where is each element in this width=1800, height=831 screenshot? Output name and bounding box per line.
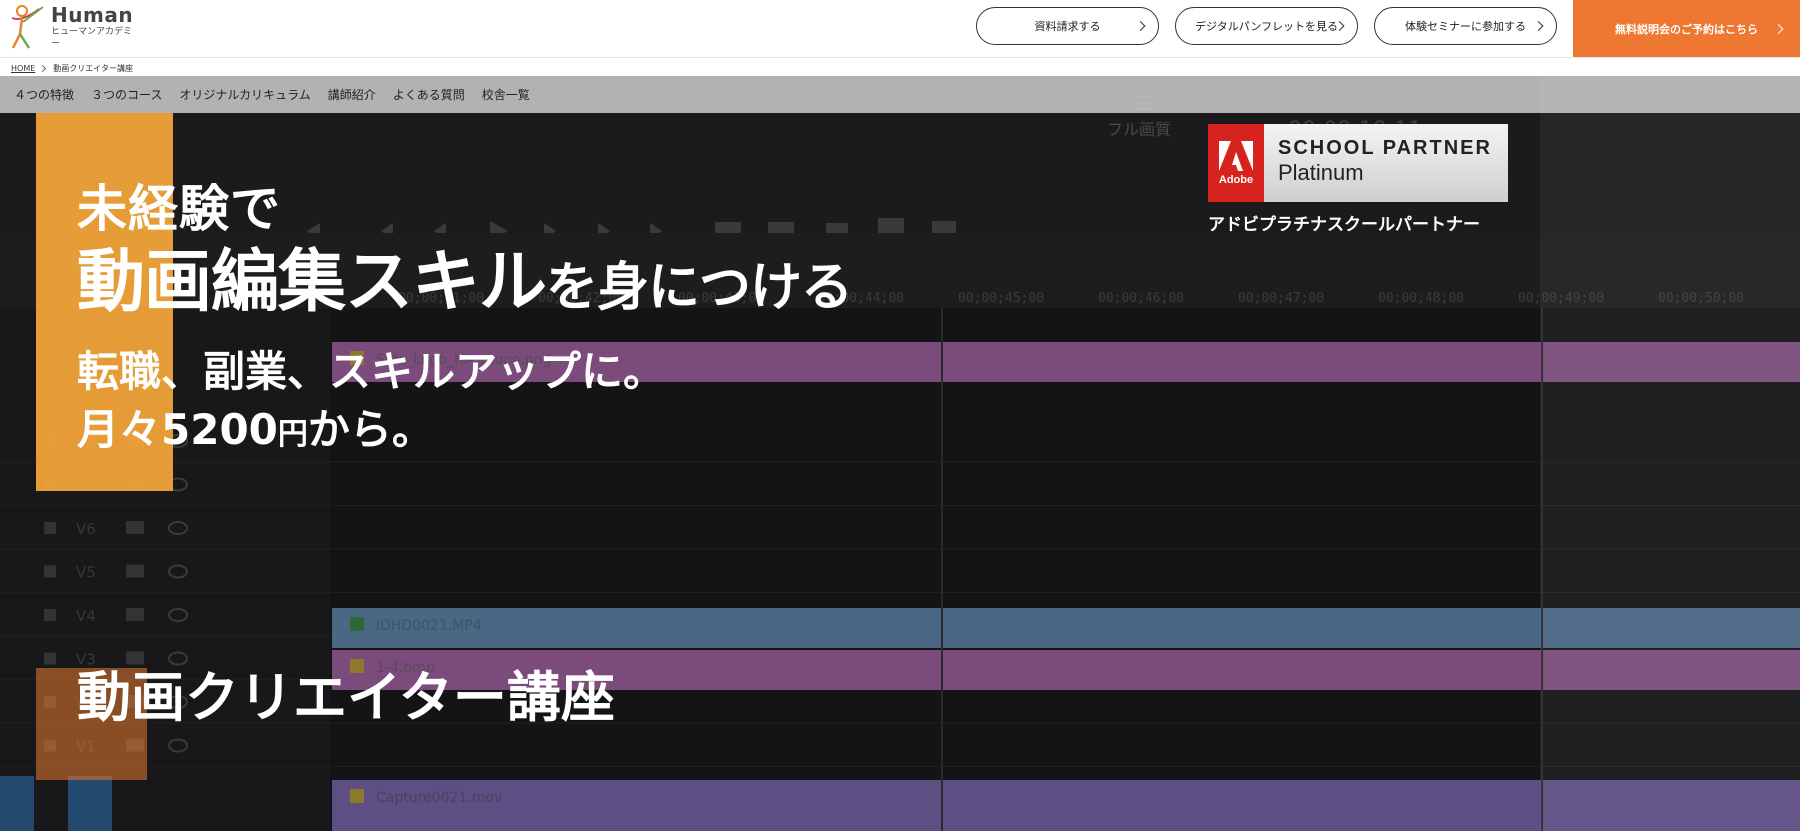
chevron-right-icon <box>1533 21 1544 31</box>
adobe-logo-text: Adobe <box>1218 173 1254 186</box>
clip-label: Capture0021.mov <box>376 790 502 806</box>
chevron-right-icon <box>39 64 47 72</box>
course-title: 動画クリエイター講座 <box>77 666 615 729</box>
clip-label: IDHD0021.MP4 <box>376 618 482 634</box>
course-subnav: ４つの特徴 ３つのコース オリジナルカリキュラム 講師紹介 よくある質問 校舎一… <box>0 76 1800 113</box>
logo-wordmark: Human <box>51 3 134 27</box>
trial-seminar-label: 体験セミナーに参加する <box>1405 20 1526 33</box>
site-header: Human ヒューマンアカデミー 資料請求する デジタルパンフレットを見る 体験… <box>0 0 1800 58</box>
track-label: V4 <box>76 607 96 625</box>
badge-tier: Platinum <box>1278 160 1364 185</box>
subnav-instructors[interactable]: 講師紹介 <box>328 86 376 103</box>
logo-subtitle: ヒューマンアカデミー <box>51 27 133 49</box>
hero-price: 月々5200円から。 <box>77 402 852 463</box>
track-label: V5 <box>76 564 96 582</box>
price-suffix: から。 <box>307 405 434 454</box>
breadcrumb: HOME 動画クリエイター講座 <box>11 62 133 74</box>
timeline-tick-label: 00;00;47;00 <box>1238 291 1324 306</box>
hero-headline-sub: を身につける <box>546 258 853 318</box>
price-amount: 月々5200 <box>77 405 278 454</box>
adobe-logo-icon: Adobe <box>1208 124 1264 202</box>
free-session-reservation-button[interactable]: 無料説明会のご予約はこちら <box>1573 0 1800 57</box>
hero-section: フル画質 00;09;18;11 00;00;41;0000;00;42;000… <box>0 76 1800 831</box>
zoom-readout: フル画質 <box>1107 120 1171 139</box>
timeline-tick-label: 00;00;48;00 <box>1378 291 1464 306</box>
subnav-courses[interactable]: ３つのコース <box>91 86 162 103</box>
lock-icon <box>44 609 56 621</box>
lock-icon <box>44 652 56 665</box>
subnav-features[interactable]: ４つの特徴 <box>14 86 74 103</box>
logo[interactable]: Human ヒューマンアカデミー <box>9 3 139 51</box>
subnav-campuses[interactable]: 校舎一覧 <box>482 86 530 103</box>
subnav-faq[interactable]: よくある質問 <box>393 86 465 103</box>
breadcrumb-home-link[interactable]: HOME <box>11 64 35 73</box>
track-label: V6 <box>76 520 96 538</box>
digital-pamphlet-button[interactable]: デジタルパンフレットを見る <box>1175 7 1358 45</box>
subnav-curriculum[interactable]: オリジナルカリキュラム <box>179 86 310 103</box>
badge-title: SCHOOL PARTNER <box>1278 137 1492 159</box>
human-figure-icon <box>9 4 47 50</box>
chevron-right-icon <box>1135 21 1146 31</box>
chevron-right-icon <box>1773 23 1784 34</box>
hero-line-3: 転職、副業、スキルアップに。 <box>77 347 666 396</box>
film-icon <box>126 564 144 578</box>
hero-headline-main: 動画編集スキル <box>77 243 547 322</box>
timeline-tick-label: 00;00;45;00 <box>958 291 1044 306</box>
breadcrumb-current: 動画クリエイター講座 <box>53 63 133 73</box>
request-materials-button[interactable]: 資料請求する <box>976 7 1159 45</box>
lock-icon <box>44 565 56 578</box>
lock-icon <box>44 522 56 534</box>
trial-seminar-button[interactable]: 体験セミナーに参加する <box>1374 7 1557 45</box>
adobe-partner-badge: Adobe SCHOOL PARTNER Platinum アドビプラチナスクー… <box>1208 124 1508 235</box>
hero-headline: 動画編集スキルを身につける <box>77 243 853 328</box>
badge-caption: アドビプラチナスクールパートナー <box>1208 215 1480 235</box>
hero-copy: 未経験で 動画編集スキルを身につける 転職、副業、スキルアップに。 月々5200… <box>77 179 853 463</box>
digital-pamphlet-label: デジタルパンフレットを見る <box>1195 20 1338 33</box>
free-session-label: 無料説明会のご予約はこちら <box>1615 22 1758 36</box>
price-unit: 円 <box>277 417 308 452</box>
film-icon <box>126 608 144 621</box>
hero-line-1: 未経験で <box>77 180 281 238</box>
request-materials-label: 資料請求する <box>1034 20 1101 33</box>
timeline-tick-label: 00;00;46;00 <box>1098 291 1184 306</box>
film-icon <box>126 521 144 534</box>
